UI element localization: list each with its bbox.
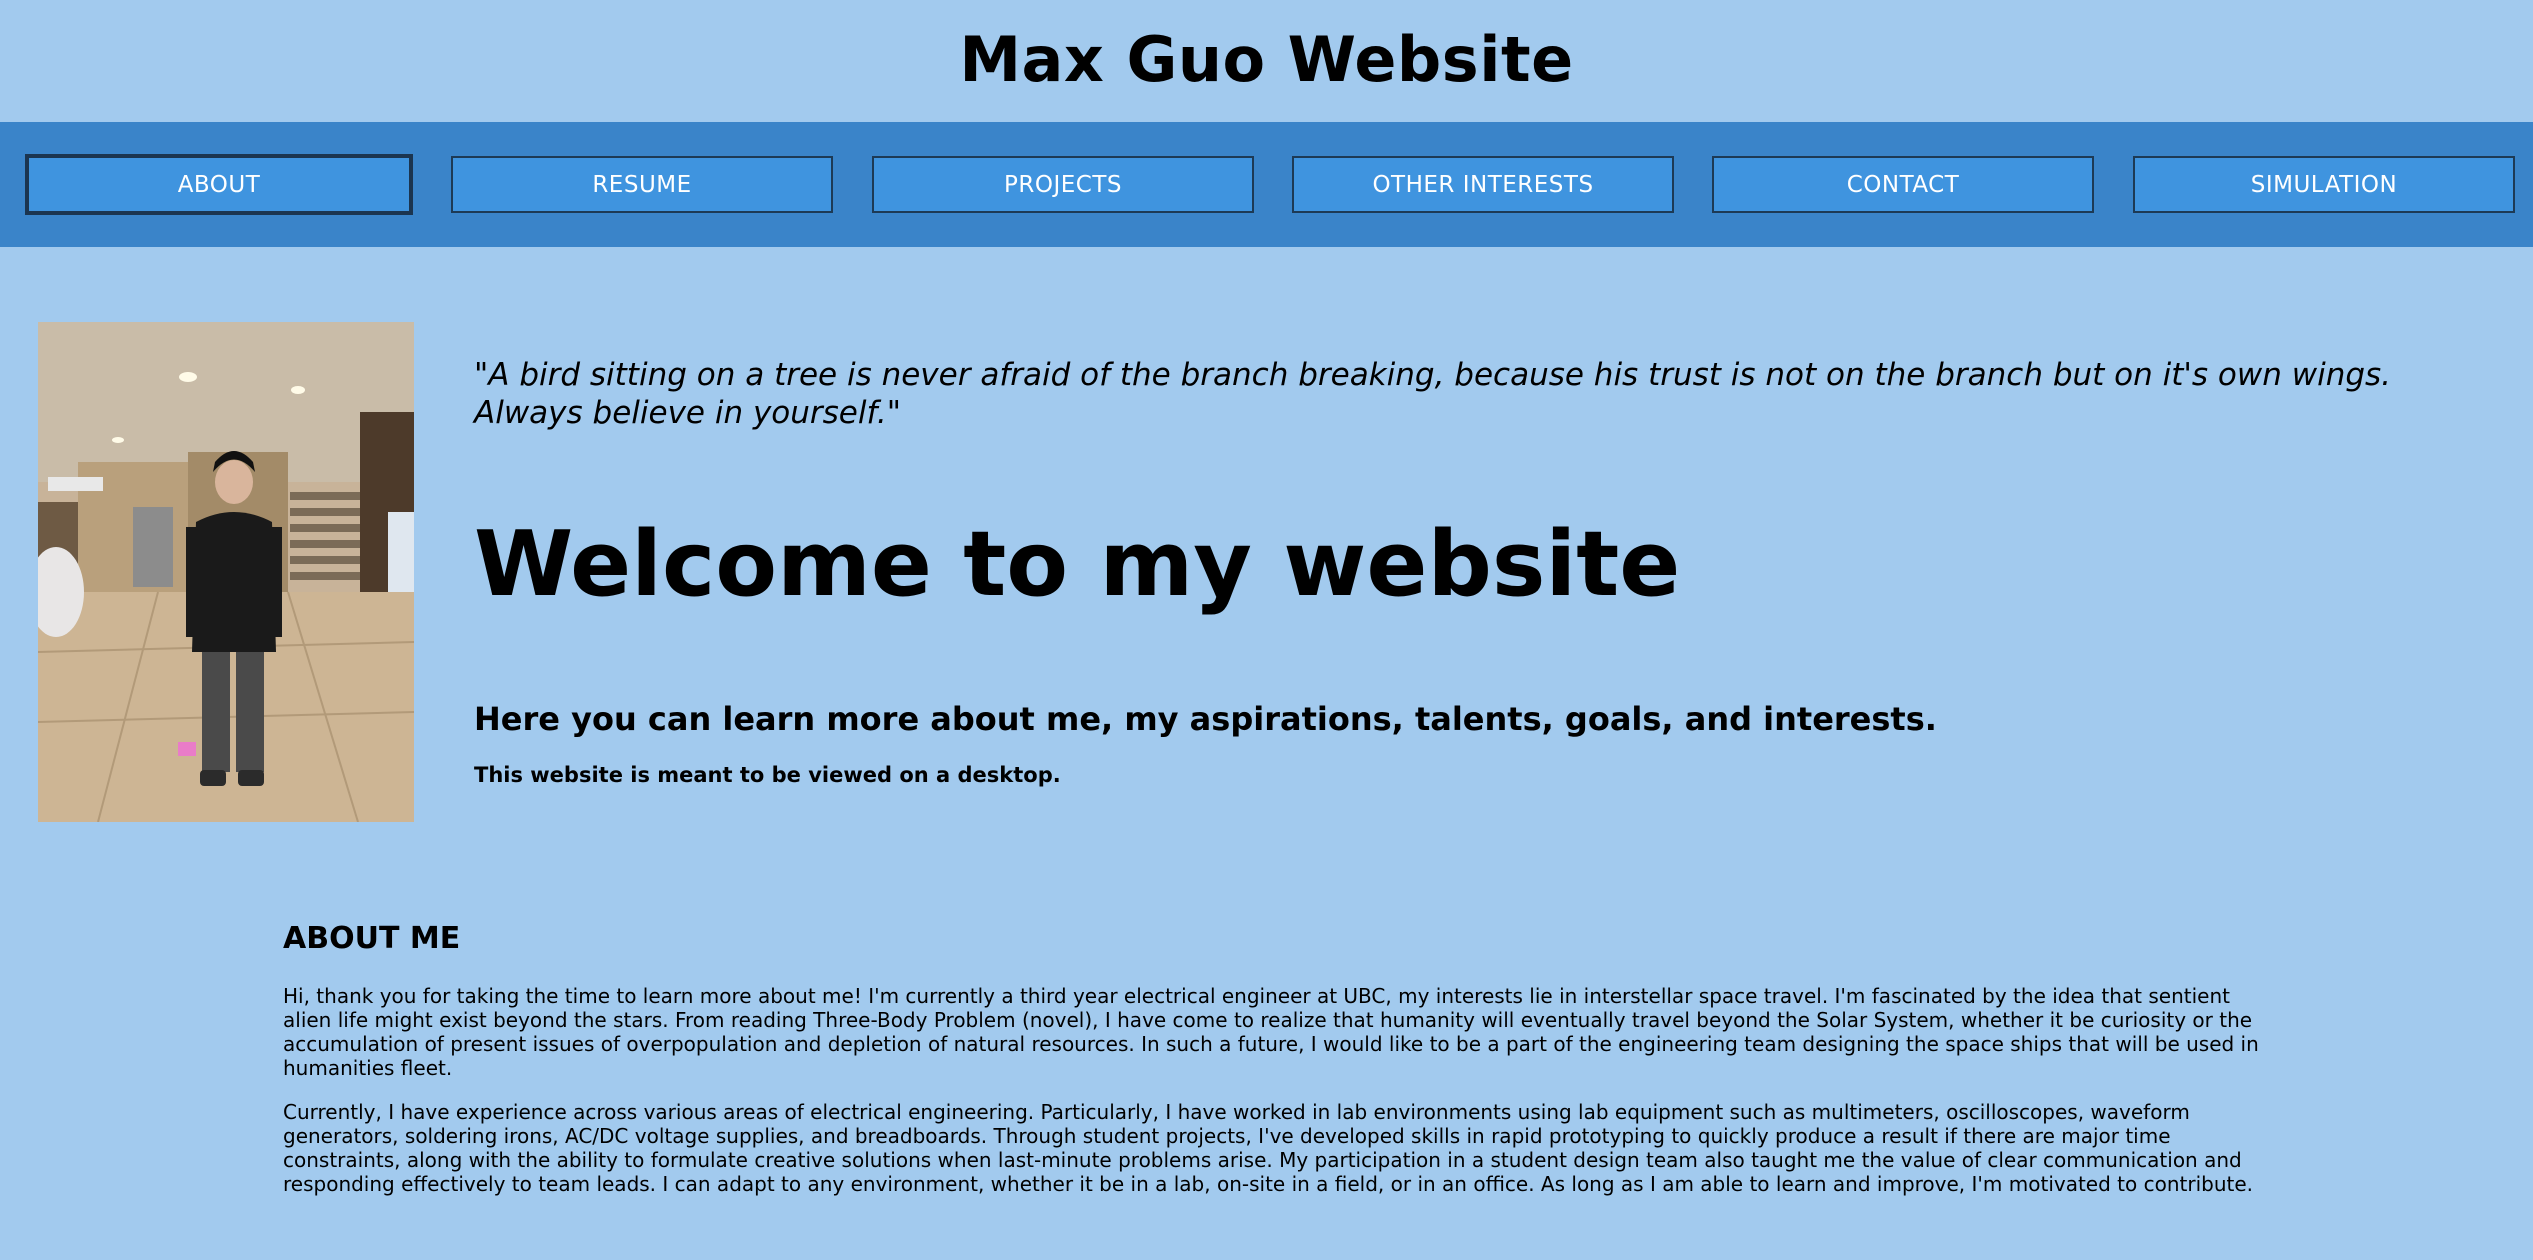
hero-subheading: Here you can learn more about me, my asp… (474, 700, 1937, 738)
nav-simulation-button[interactable]: SIMULATION (2133, 156, 2515, 213)
hero-quote: "A bird sitting on a tree is never afrai… (474, 357, 2392, 431)
welcome-heading: Welcome to my website (474, 512, 1681, 617)
about-title: ABOUT ME (283, 921, 461, 956)
main-nav: ABOUT RESUME PROJECTS OTHER INTERESTS CO… (0, 122, 2533, 247)
about-paragraph: Hi, thank you for taking the time to lea… (283, 984, 2259, 1080)
nav-other-interests-button[interactable]: OTHER INTERESTS (1292, 156, 1674, 213)
profile-photo (38, 322, 414, 822)
about-paragraph: Currently, I have experience across vari… (283, 1100, 2253, 1196)
desktop-note: This website is meant to be viewed on a … (474, 763, 1061, 787)
site-title: Max Guo Website (959, 22, 1574, 96)
nav-projects-button[interactable]: PROJECTS (872, 156, 1254, 213)
nav-contact-button[interactable]: CONTACT (1712, 156, 2094, 213)
nav-about-button[interactable]: ABOUT (25, 154, 413, 215)
site-header: Max Guo Website (0, 0, 2533, 122)
nav-resume-button[interactable]: RESUME (451, 156, 833, 213)
